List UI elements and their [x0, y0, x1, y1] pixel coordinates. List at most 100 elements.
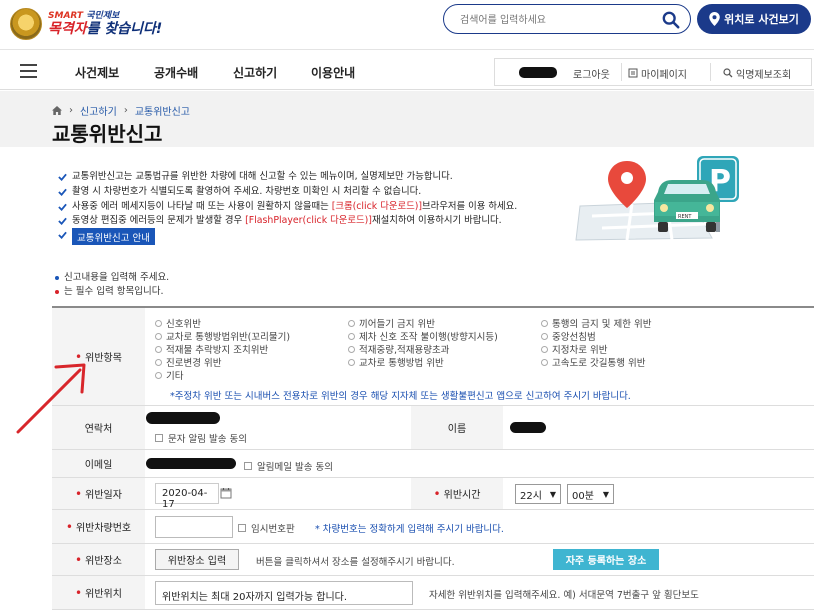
violation-option[interactable]: 교차로 통행방법 위반 — [348, 355, 444, 369]
check-icon — [58, 188, 67, 196]
radio-button[interactable] — [155, 332, 162, 340]
radio-button[interactable] — [541, 345, 548, 353]
radio-button[interactable] — [348, 345, 355, 353]
violation-option[interactable]: 제차 신호 조작 불이행(방향지시등) — [348, 329, 498, 343]
bullet-dot — [55, 275, 59, 280]
police-emblem-icon[interactable] — [10, 8, 42, 40]
violation-option[interactable]: 통행의 금지 및 제한 위반 — [541, 316, 651, 330]
radio-button[interactable] — [155, 319, 162, 327]
place-input-button[interactable]: 위반장소 입력 — [155, 549, 239, 570]
violation-option-label: 통행의 금지 및 제한 위반 — [552, 319, 652, 330]
list-item: 교통위반신고는 교통법규를 위반한 차량에 대해 신고할 수 있는 메뉴이며, … — [57, 170, 597, 185]
violation-option-label: 교차로 통행방법 위반 — [359, 358, 444, 369]
top-bar: SMART 국민제보 목격자를 찾습니다! 위치로 사건보기 — [0, 0, 814, 50]
time-label-text: 위반시간 — [443, 490, 481, 501]
mypage-link[interactable]: 마이페이지 — [641, 66, 687, 81]
mail-consent[interactable]: 알림메일 발송 동의 — [244, 459, 333, 473]
radio-button[interactable] — [348, 332, 355, 340]
minute-select[interactable]: 00분 ▼ — [567, 484, 614, 504]
breadcrumb: › 신고하기 › 교통위반신고 — [52, 103, 190, 118]
position-row: • 위반위치 위반위치는 최대 20자까지 입력가능 합니다. 자세한 위반위치를… — [52, 576, 814, 610]
date-input[interactable]: 2020-04-17 — [155, 483, 219, 510]
sms-consent-label: 문자 알림 발송 동의 — [168, 434, 247, 445]
sms-consent[interactable]: 문자 알림 발송 동의 — [155, 431, 247, 445]
intro-text: 동영상 편집중 에러등의 문제가 발생할 경우 — [72, 215, 246, 227]
chrome-download-link[interactable]: [크롬(click 다운로드)] — [332, 201, 422, 212]
violation-option[interactable]: 중앙선침범 — [541, 329, 596, 343]
location-view-button[interactable]: 위치로 사건보기 — [697, 4, 811, 34]
chevron-right-icon: › — [69, 105, 73, 116]
radio-button[interactable] — [541, 332, 548, 340]
form-notes: 신고내용을 입력해 주세요. 는 필수 입력 항목입니다. — [55, 271, 169, 299]
calendar-icon[interactable] — [220, 487, 232, 499]
search-small-icon — [723, 68, 733, 78]
logout-link[interactable]: 로그아웃 — [573, 66, 610, 81]
chevron-down-icon: ▼ — [549, 489, 556, 499]
intro-list: 교통위반신고는 교통법규를 위반한 차량에 대해 신고할 수 있는 메뉴이며, … — [57, 170, 597, 229]
anonymous-lookup-link[interactable]: 익명제보조회 — [736, 66, 791, 81]
plate-label-text: 위반차량번호 — [75, 523, 132, 534]
user-menu: 로그아웃 마이페이지 익명제보조회 — [494, 58, 812, 86]
radio-button[interactable] — [541, 358, 548, 366]
note-required: 는 필수 입력 항목입니다. — [55, 285, 169, 299]
logo-title-rest: 를 찾습니다! — [86, 21, 163, 37]
hour-select[interactable]: 22시 ▼ — [515, 484, 561, 504]
violation-option[interactable]: 교차로 통행방법위반(꼬리물기) — [155, 329, 290, 343]
plate-input[interactable] — [155, 516, 233, 538]
search-icon[interactable] — [662, 11, 680, 29]
violation-option[interactable]: 신호위반 — [155, 316, 201, 330]
search-input[interactable] — [460, 11, 650, 29]
radio-button[interactable] — [155, 345, 162, 353]
contact-row: 연락처 문자 알림 발송 동의 이름 — [52, 406, 814, 450]
required-mark: • — [75, 486, 83, 501]
position-input[interactable]: 위반위치는 최대 20자까지 입력가능 합니다. — [155, 581, 413, 605]
violation-option[interactable]: 기타 — [155, 368, 183, 382]
place-hint: 버튼을 클릭하셔서 장소를 설정해주시기 바랍니다. — [256, 557, 455, 568]
violation-option[interactable]: 적재물 추락방지 조치위반 — [155, 342, 268, 356]
breadcrumb-report[interactable]: 신고하기 — [80, 103, 117, 118]
check-icon — [58, 218, 67, 226]
list-item: 사용중 에러 메세지등이 나타날 때 또는 사용이 원활하지 않을때는 [크롬(… — [57, 200, 597, 215]
violation-option-label: 지정차로 위반 — [552, 345, 608, 356]
email-row: 이메일 알림메일 발송 동의 — [52, 450, 814, 478]
sms-consent-checkbox[interactable] — [155, 434, 163, 442]
position-label: • 위반위치 — [52, 576, 145, 609]
place-label-text: 위반장소 — [85, 556, 122, 567]
nav-item-report-case[interactable]: 사건제보 — [75, 64, 119, 81]
radio-button[interactable] — [348, 319, 355, 327]
radio-button[interactable] — [348, 358, 355, 366]
divider — [710, 63, 711, 81]
nav-item-report[interactable]: 신고하기 — [233, 64, 277, 81]
mail-consent-checkbox[interactable] — [244, 462, 252, 470]
violation-option-label: 적재물 추락방지 조치위반 — [166, 345, 269, 356]
violation-option[interactable]: 적재중량,적재용량초과 — [348, 342, 449, 356]
radio-button[interactable] — [155, 358, 162, 366]
time-label: • 위반시간 — [411, 478, 503, 509]
temp-plate-checkbox[interactable] — [238, 524, 246, 532]
violation-note: *주정차 위반 또는 시내버스 전용차로 위반의 경우 해당 지자체 또는 생활… — [170, 391, 631, 402]
breadcrumb-traffic[interactable]: 교통위반신고 — [135, 103, 190, 118]
nav-item-guide[interactable]: 이용안내 — [311, 64, 355, 81]
redacted-username — [519, 67, 557, 78]
favorite-place-button[interactable]: 자주 등록하는 장소 — [553, 549, 659, 570]
plate-note: * 차량번호는 정확하게 입력해 주시기 바랍니다. — [315, 524, 504, 535]
violation-option[interactable]: 끼어들기 금지 위반 — [348, 316, 435, 330]
temp-plate[interactable]: 임시번호판 — [238, 521, 295, 535]
logo-title[interactable]: 목격자를 찾습니다! — [48, 18, 162, 38]
temp-plate-label: 임시번호판 — [251, 524, 295, 535]
violation-option[interactable]: 진로변경 위반 — [155, 355, 221, 369]
home-icon[interactable] — [52, 106, 62, 115]
required-mark: • — [433, 486, 441, 501]
traffic-guide-button[interactable]: 교통위반신고 안내 — [72, 228, 155, 245]
violation-option[interactable]: 지정차로 위반 — [541, 342, 607, 356]
flash-download-link[interactable]: [FlashPlayer(click 다운로드)] — [245, 215, 372, 226]
violation-row: • 위반항목 신호위반 끼어들기 금지 위반 통행의 금지 및 제한 위반 교차로… — [52, 308, 814, 406]
radio-button[interactable] — [155, 371, 162, 379]
mail-consent-label: 알림메일 발송 동의 — [257, 462, 333, 473]
redacted-name — [510, 422, 546, 433]
menu-icon[interactable] — [20, 64, 37, 78]
nav-item-wanted[interactable]: 공개수배 — [154, 64, 198, 81]
redacted-phone — [146, 412, 220, 424]
radio-button[interactable] — [541, 319, 548, 327]
violation-option[interactable]: 고속도로 갓길통행 위반 — [541, 355, 645, 369]
